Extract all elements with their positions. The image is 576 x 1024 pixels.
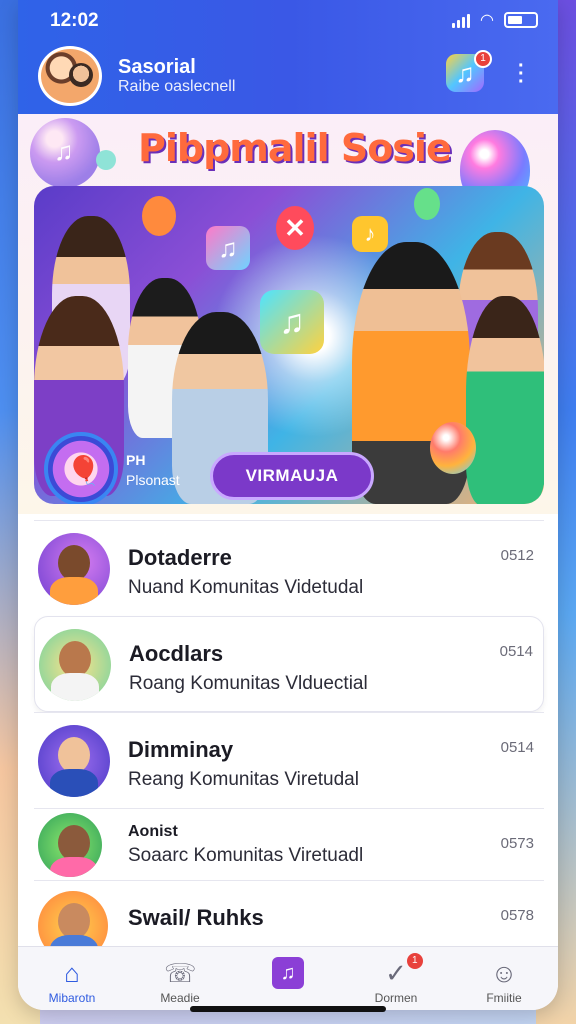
community-badge-icon[interactable]: 🎈 xyxy=(44,432,118,504)
contact-name: Aonist xyxy=(128,823,178,840)
app-screen: 12:02 ◠ Sasorial Raibe oaslecnell ♫ 1 · ·… xyxy=(18,0,558,1010)
tab-profile[interactable]: ☺ Fmiitie xyxy=(450,947,558,1010)
chat-list: Dotaderre Nuand Komunitas Videtudal 0512… xyxy=(34,520,544,961)
message-time: 0514 xyxy=(499,643,533,660)
message-time: 0514 xyxy=(500,739,534,756)
close-balloon-icon: ✕ xyxy=(276,206,314,250)
banner-section: ♫ Pibpmalil Sosie ♫ ✕ ♪ ♫ 🎈 PH Plsonast … xyxy=(18,114,558,514)
music-note-icon: ♪ xyxy=(352,216,388,252)
music-app-icon: ♫ xyxy=(260,290,324,354)
hero-image[interactable]: ♫ ✕ ♪ ♫ 🎈 PH Plsonast VIRMAUJA xyxy=(34,186,544,504)
decor-bubble-icon: ♫ xyxy=(30,118,100,188)
tab-label: Dormen xyxy=(374,991,418,1005)
music-note-icon: ♫ xyxy=(272,957,304,989)
banner-title: Pibpmalil Sosie xyxy=(138,126,452,170)
group-avatar[interactable] xyxy=(38,46,102,106)
list-item[interactable]: Aonist Soaarc Komunitas Viretuadl 0573 xyxy=(34,808,544,880)
notification-badge: 1 xyxy=(406,953,423,969)
avatar xyxy=(38,813,102,877)
list-item[interactable]: Dimminay Reang Komunitas Viretudal 0514 xyxy=(34,712,544,808)
message-time: 0512 xyxy=(500,547,534,564)
app-header: 12:02 ◠ Sasorial Raibe oaslecnell ♫ 1 · ·… xyxy=(18,0,558,114)
list-item[interactable]: Dotaderre Nuand Komunitas Videtudal 0512 xyxy=(34,520,544,616)
avatar xyxy=(38,725,110,797)
header-subtitle: Raibe oaslecnell xyxy=(118,78,236,95)
contact-name: Dimminay xyxy=(128,737,234,762)
contact-name: Aocdlars xyxy=(129,641,224,666)
avatar xyxy=(38,533,110,605)
music-note-icon: ♫ xyxy=(206,226,250,270)
avatar xyxy=(39,629,111,701)
illustrated-person xyxy=(466,296,544,504)
bottom-tab-bar: ⌂ Mibarotn ☏ Meadie ♫ ✓ 1 Dormen ☺ Fmiit… xyxy=(18,946,558,1010)
home-icon: ⌂ xyxy=(64,958,80,988)
cellular-signal-icon xyxy=(452,12,471,28)
tab-notifications[interactable]: ✓ 1 Dormen xyxy=(342,947,450,1010)
wifi-icon: ◠ xyxy=(480,12,494,29)
status-time: 12:02 xyxy=(50,10,99,31)
battery-icon xyxy=(504,12,538,28)
list-item[interactable]: Swail/ Ruhks 0578 xyxy=(34,880,544,961)
message-preview: Nuand Komunitas Videtudal xyxy=(128,577,364,598)
message-time: 0573 xyxy=(500,835,534,852)
message-preview: Reang Komunitas Viretudal xyxy=(128,769,359,790)
tab-label: Meadie xyxy=(160,991,200,1005)
message-preview: Roang Komunitas Vlduectial xyxy=(129,673,368,694)
tab-music[interactable]: ♫ xyxy=(234,947,342,1010)
message-time: 0578 xyxy=(500,907,534,924)
balloon-icon xyxy=(430,422,476,474)
profile-icon: ☺ xyxy=(490,958,518,988)
badge-subtitle: Plsonast xyxy=(126,472,180,488)
tab-label: Fmiitie xyxy=(486,991,522,1005)
header-title: Sasorial xyxy=(118,56,196,78)
message-preview: Soaarc Komunitas Viretuadl xyxy=(128,845,364,866)
home-indicator xyxy=(190,1006,386,1012)
balloon-icon xyxy=(142,196,176,236)
badge-title: PH xyxy=(126,452,146,468)
tab-chats[interactable]: ☏ Meadie xyxy=(126,947,234,1010)
chat-icon: ☏ xyxy=(164,958,197,988)
tab-home[interactable]: ⌂ Mibarotn xyxy=(18,947,126,1010)
more-menu-icon[interactable]: · · · xyxy=(518,56,525,92)
tab-label: Mibarotn xyxy=(48,991,96,1005)
music-badge: 1 xyxy=(474,50,492,68)
list-item[interactable]: Aocdlars Roang Komunitas Vlduectial 0514 xyxy=(34,616,544,712)
contact-name: Swail/ Ruhks xyxy=(128,905,264,930)
status-icons: ◠ xyxy=(452,10,538,30)
join-button[interactable]: VIRMAUJA xyxy=(210,452,374,500)
balloon-icon xyxy=(414,188,440,220)
contact-name: Dotaderre xyxy=(128,545,232,570)
decor-dot xyxy=(96,150,116,170)
